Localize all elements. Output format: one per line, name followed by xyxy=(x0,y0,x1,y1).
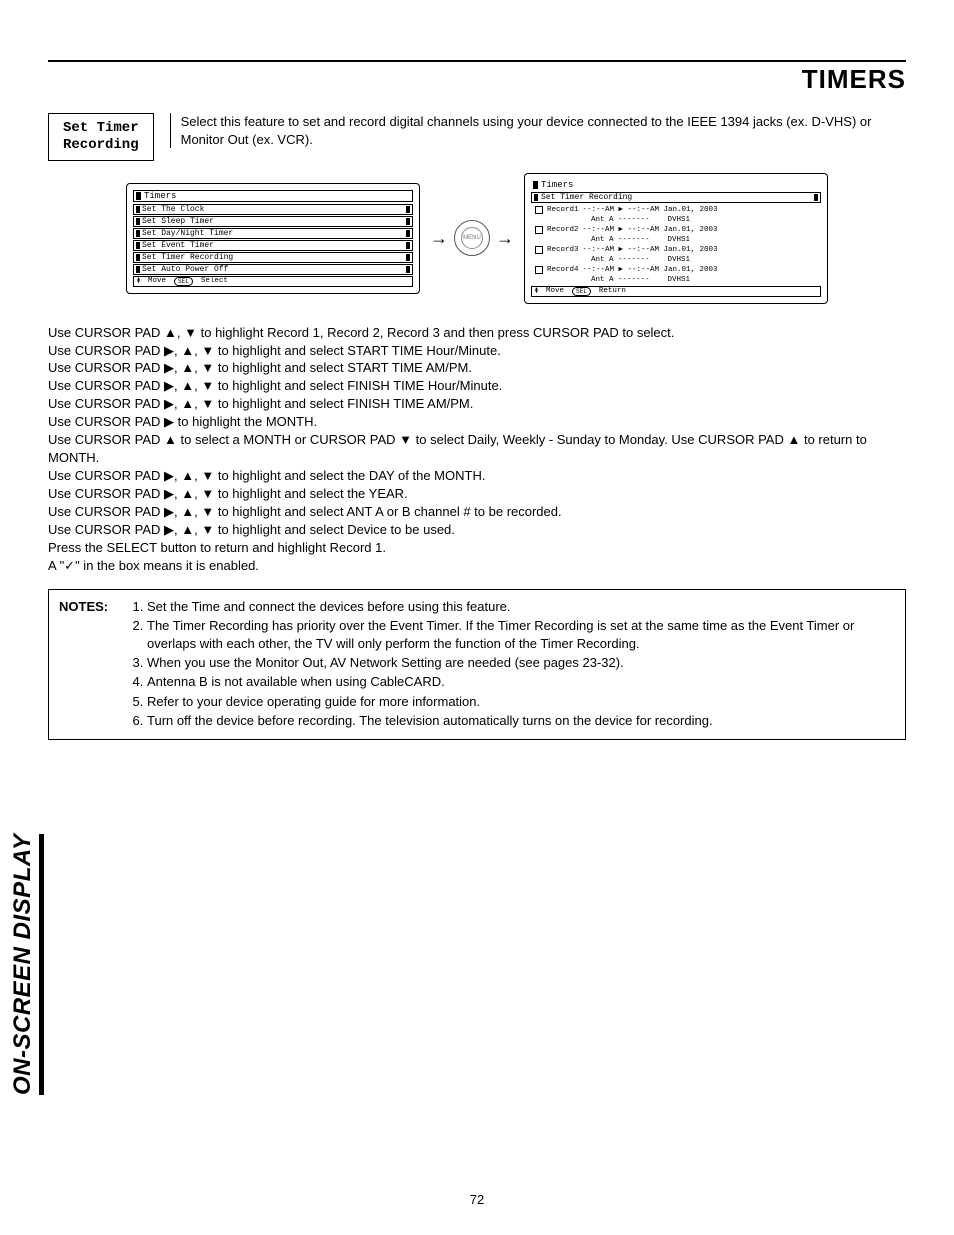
note-item: When you use the Monitor Out, AV Network… xyxy=(147,654,895,672)
instruction-line: Use CURSOR PAD ▶, ▲, ▼ to highlight and … xyxy=(48,359,906,377)
osd-item: Set The Clock xyxy=(142,205,204,214)
instruction-line: Use CURSOR PAD ▶, ▲, ▼ to highlight and … xyxy=(48,485,906,503)
record-line2: Ant A ------- DVHS1 xyxy=(591,255,690,265)
intro-text: Select this feature to set and record di… xyxy=(170,113,906,148)
notes-label: NOTES: xyxy=(59,598,129,616)
instruction-line: Use CURSOR PAD ▲ to select a MONTH or CU… xyxy=(48,431,906,467)
feature-box: Set Timer Recording xyxy=(48,113,154,161)
record-name: Record2 xyxy=(547,225,579,235)
record-line: --:--AM ▶ --:--AM Jan.01, 2003 xyxy=(583,225,718,235)
record-line: --:--AM ▶ --:--AM Jan.01, 2003 xyxy=(583,205,718,215)
osd-item: Set Auto Power Off xyxy=(142,265,228,274)
osd-right-top: Timers xyxy=(541,180,573,190)
instruction-line: Use CURSOR PAD ▶, ▲, ▼ to highlight and … xyxy=(48,342,906,360)
note-item: Turn off the device before recording. Th… xyxy=(147,712,895,730)
checkbox-icon xyxy=(535,226,543,234)
checkbox-icon xyxy=(535,266,543,274)
osd-item: Set Timer Recording xyxy=(142,253,233,262)
osd-item: Set Event Timer xyxy=(142,241,214,250)
osd-left-title: Timers xyxy=(144,191,176,201)
record-line: --:--AM ▶ --:--AM Jan.01, 2003 xyxy=(583,245,718,255)
note-item: Set the Time and connect the devices bef… xyxy=(147,598,895,616)
osd-footer-move: Move xyxy=(148,277,166,285)
instruction-line: Use CURSOR PAD ▶, ▲, ▼ to highlight and … xyxy=(48,377,906,395)
notes-box: NOTES: Set the Time and connect the devi… xyxy=(48,589,906,740)
arrow-right-icon: → xyxy=(496,229,514,247)
osd2-footer-sel: SEL xyxy=(572,287,591,296)
instruction-line: Use CURSOR PAD ▲, ▼ to highlight Record … xyxy=(48,324,906,342)
instruction-line: Press the SELECT button to return and hi… xyxy=(48,539,906,557)
note-item: The Timer Recording has priority over th… xyxy=(147,617,895,653)
instruction-line: Use CURSOR PAD ▶, ▲, ▼ to highlight and … xyxy=(48,467,906,485)
instruction-line: Use CURSOR PAD ▶, ▲, ▼ to highlight and … xyxy=(48,521,906,539)
record-name: Record3 xyxy=(547,245,579,255)
osd2-footer-return: Return xyxy=(599,287,626,295)
osd-footer-select: Select xyxy=(201,277,228,285)
osd-right-header: Set Timer Recording xyxy=(541,193,632,202)
instruction-line: A "✓" in the box means it is enabled. xyxy=(48,557,906,575)
record-line: --:--AM ▶ --:--AM Jan.01, 2003 xyxy=(583,265,718,275)
osd-item: Set Day/Night Timer xyxy=(142,229,233,238)
checkbox-icon xyxy=(535,206,543,214)
page-number: 72 xyxy=(0,1192,954,1207)
osd-item: Set Sleep Timer xyxy=(142,217,214,226)
osd-footer-sel: SEL xyxy=(174,277,193,286)
note-item: Refer to your device operating guide for… xyxy=(147,693,895,711)
record-line2: Ant A ------- DVHS1 xyxy=(591,235,690,245)
instruction-line: Use CURSOR PAD ▶ to highlight the MONTH. xyxy=(48,413,906,431)
osd-timers-menu: Timers Set The Clock Set Sleep Timer Set… xyxy=(126,183,420,294)
page-title: TIMERS xyxy=(48,64,906,95)
osd2-footer-move: Move xyxy=(546,287,564,295)
checkbox-icon xyxy=(535,246,543,254)
record-line2: Ant A ------- DVHS1 xyxy=(591,275,690,285)
arrow-right-icon: → xyxy=(430,229,448,247)
record-name: Record1 xyxy=(547,205,579,215)
record-name: Record4 xyxy=(547,265,579,275)
instruction-line: Use CURSOR PAD ▶, ▲, ▼ to highlight and … xyxy=(48,503,906,521)
instructions-block: Use CURSOR PAD ▲, ▼ to highlight Record … xyxy=(48,324,906,575)
menu-button-icon: MENU xyxy=(454,220,490,256)
osd-timer-recording: Timers Set Timer Recording Record1 --:--… xyxy=(524,173,828,304)
instruction-line: Use CURSOR PAD ▶, ▲, ▼ to highlight and … xyxy=(48,395,906,413)
side-section-label: ON-SCREEN DISPLAY xyxy=(9,834,44,1095)
note-item: Antenna B is not available when using Ca… xyxy=(147,673,895,691)
record-line2: Ant A ------- DVHS1 xyxy=(591,215,690,225)
